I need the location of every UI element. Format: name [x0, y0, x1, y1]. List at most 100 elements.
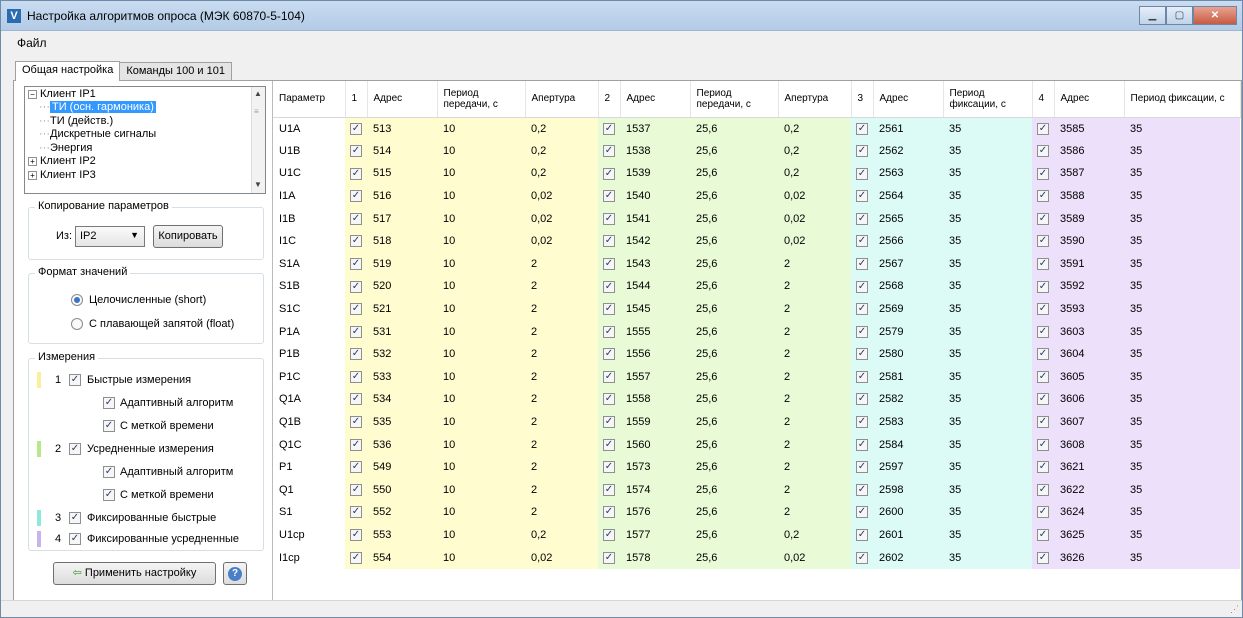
cell-period4[interactable]: 35: [1124, 184, 1240, 208]
cell-addr1[interactable]: 514: [367, 139, 437, 163]
group1-checkbox[interactable]: ✓: [350, 212, 362, 225]
group4-checkbox[interactable]: ✓: [1037, 190, 1049, 203]
cell-addr4[interactable]: 3589: [1054, 207, 1124, 230]
table-row[interactable]: U1B ✓ 514 10 0,2 ✓ 1538 25,6 0,2 ✓ 2562 35 ✓ 3586 35: [273, 139, 1240, 163]
group2-checkbox[interactable]: ✓: [603, 416, 615, 429]
cell-addr2[interactable]: 1577: [620, 523, 690, 547]
cell-period3[interactable]: 35: [943, 410, 1032, 434]
cell-param[interactable]: S1A: [273, 253, 345, 276]
resize-grip-icon[interactable]: ⋰: [1230, 604, 1239, 615]
table-row[interactable]: U1C ✓ 515 10 0,2 ✓ 1539 25,6 0,2 ✓ 2563 35 ✓ 3587 35: [273, 162, 1240, 185]
group2-checkbox[interactable]: ✓: [603, 461, 615, 474]
cell-addr2[interactable]: 1540: [620, 184, 690, 208]
group1-checkbox[interactable]: ✓: [350, 461, 362, 474]
cell-addr1[interactable]: 518: [367, 229, 437, 253]
cell-addr4[interactable]: 3606: [1054, 388, 1124, 411]
cell-addr3[interactable]: 2600: [873, 501, 943, 524]
cell-aperture1[interactable]: 2: [525, 342, 598, 366]
cell-addr4[interactable]: 3607: [1054, 410, 1124, 434]
group3-checkbox[interactable]: ✓: [856, 438, 868, 451]
table-row[interactable]: P1A ✓ 531 10 2 ✓ 1555 25,6 2 ✓ 2579 35 ✓ 3603 35: [273, 320, 1240, 343]
group4-checkbox[interactable]: ✓: [1037, 370, 1049, 383]
cell-addr1[interactable]: 553: [367, 523, 437, 547]
group3-checkbox[interactable]: ✓: [856, 416, 868, 429]
cell-period4[interactable]: 35: [1124, 410, 1240, 434]
format-short-radio[interactable]: [71, 294, 83, 306]
cell-param[interactable]: S1B: [273, 275, 345, 298]
scroll-grip-icon[interactable]: ≡: [254, 107, 259, 116]
cell-addr1[interactable]: 534: [367, 388, 437, 411]
cell-period1[interactable]: 10: [437, 455, 525, 479]
cell-period1[interactable]: 10: [437, 388, 525, 411]
cell-period3[interactable]: 35: [943, 229, 1032, 253]
table-row[interactable]: I1A ✓ 516 10 0,02 ✓ 1540 25,6 0,02 ✓ 2564 35 ✓ 3588 35: [273, 184, 1240, 208]
cell-period3[interactable]: 35: [943, 501, 1032, 524]
tree-node-client2[interactable]: + Клиент IP2: [28, 155, 96, 167]
minimize-button[interactable]: ▁: [1139, 6, 1166, 25]
cell-addr3[interactable]: 2561: [873, 117, 943, 140]
cell-addr2[interactable]: 1545: [620, 297, 690, 321]
cell-period1[interactable]: 10: [437, 184, 525, 208]
cell-period4[interactable]: 35: [1124, 320, 1240, 343]
cell-period1[interactable]: 10: [437, 117, 525, 140]
cell-addr4[interactable]: 3625: [1054, 523, 1124, 547]
cell-aperture2[interactable]: 2: [778, 501, 851, 524]
cell-period3[interactable]: 35: [943, 297, 1032, 321]
cell-aperture1[interactable]: 2: [525, 501, 598, 524]
cell-addr4[interactable]: 3626: [1054, 546, 1124, 569]
group4-checkbox[interactable]: ✓: [1037, 506, 1049, 519]
group4-checkbox[interactable]: ✓: [1037, 257, 1049, 270]
group1-checkbox[interactable]: ✓: [350, 144, 362, 157]
group2-checkbox[interactable]: ✓: [603, 506, 615, 519]
cell-period1[interactable]: 10: [437, 229, 525, 253]
cell-addr2[interactable]: 1539: [620, 162, 690, 185]
cell-period1[interactable]: 10: [437, 410, 525, 434]
cell-period3[interactable]: 35: [943, 388, 1032, 411]
cell-period1[interactable]: 10: [437, 275, 525, 298]
group4-checkbox[interactable]: ✓: [1037, 461, 1049, 474]
group4-checkbox[interactable]: ✓: [1037, 212, 1049, 225]
cell-addr3[interactable]: 2581: [873, 365, 943, 389]
group4-checkbox[interactable]: ✓: [1037, 348, 1049, 361]
group1-checkbox[interactable]: ✓: [350, 280, 362, 293]
cell-addr3[interactable]: 2583: [873, 410, 943, 434]
cell-addr3[interactable]: 2597: [873, 455, 943, 479]
cell-addr3[interactable]: 2563: [873, 162, 943, 185]
cell-aperture1[interactable]: 0,2: [525, 139, 598, 163]
cell-aperture2[interactable]: 0,2: [778, 162, 851, 185]
cell-period2[interactable]: 25,6: [690, 501, 778, 524]
copy-button[interactable]: Копировать: [153, 225, 223, 248]
group1-checkbox[interactable]: ✓: [350, 416, 362, 429]
group4-checkbox[interactable]: ✓: [1037, 303, 1049, 316]
group2-checkbox[interactable]: ✓: [603, 438, 615, 451]
cell-period4[interactable]: 35: [1124, 252, 1240, 276]
menu-file[interactable]: Файл: [17, 36, 47, 50]
header-group2[interactable]: 2: [598, 81, 621, 118]
group3-checkbox[interactable]: ✓: [856, 529, 868, 542]
cell-addr4[interactable]: 3590: [1054, 229, 1124, 253]
header-aperture2[interactable]: Апертура: [778, 81, 852, 118]
fast-adaptive-checkbox[interactable]: ✓: [103, 397, 115, 409]
header-group1[interactable]: 1: [345, 81, 368, 118]
cell-addr1[interactable]: 532: [367, 342, 437, 366]
group3-checkbox[interactable]: ✓: [856, 167, 868, 180]
cell-aperture2[interactable]: 2: [778, 342, 851, 366]
cell-period2[interactable]: 25,6: [690, 342, 778, 366]
group2-checkbox[interactable]: ✓: [603, 529, 615, 542]
cell-period4[interactable]: 35: [1124, 433, 1240, 456]
help-button[interactable]: ?: [223, 562, 247, 585]
cell-addr1[interactable]: 513: [367, 117, 437, 140]
group3-checkbox[interactable]: ✓: [856, 190, 868, 203]
cell-addr2[interactable]: 1558: [620, 388, 690, 411]
cell-aperture1[interactable]: 0,02: [525, 184, 598, 208]
cell-aperture2[interactable]: 2: [778, 275, 851, 298]
cell-aperture2[interactable]: 2: [778, 252, 851, 276]
cell-addr2[interactable]: 1543: [620, 252, 690, 276]
cell-period2[interactable]: 25,6: [690, 229, 778, 253]
group1-checkbox[interactable]: ✓: [350, 303, 362, 316]
group1-checkbox[interactable]: ✓: [350, 393, 362, 406]
tree-node-ti-eff[interactable]: ···ТИ (действ.): [39, 115, 113, 127]
cell-addr4[interactable]: 3604: [1054, 342, 1124, 366]
cell-addr1[interactable]: 531: [367, 320, 437, 343]
cell-addr3[interactable]: 2566: [873, 229, 943, 253]
